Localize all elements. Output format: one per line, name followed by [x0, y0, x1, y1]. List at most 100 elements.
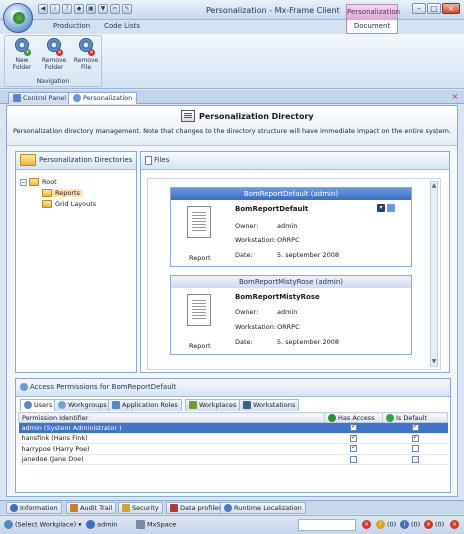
- tab-audit-trail[interactable]: Audit Trail: [66, 502, 117, 514]
- has-access-label: Has Access: [338, 413, 375, 422]
- files-scrollbar[interactable]: ▲ ▼: [430, 181, 438, 367]
- alert-count-value: (0): [435, 520, 445, 529]
- info-icon[interactable]: i: [50, 4, 60, 14]
- directories-title: Personalization Directories: [39, 156, 133, 164]
- remove-folder-label: Remove Folder: [41, 57, 67, 71]
- new-folder-gear-icon: +: [13, 38, 31, 56]
- scroll-down-icon[interactable]: ▼: [431, 358, 437, 366]
- main-panel: Personalization Directory Personalizatio…: [6, 105, 458, 497]
- status-bar: (Select Workplace) ▾ admin MxSpace × ! (0…: [0, 515, 464, 534]
- contextual-tab-personalization[interactable]: Personalization: [346, 4, 400, 20]
- table-row[interactable]: harrypoe (Harry Poe): [18, 443, 448, 455]
- minimize-button[interactable]: –: [412, 3, 426, 14]
- scroll-up-icon[interactable]: ▲: [431, 182, 437, 190]
- information-icon: [10, 504, 18, 512]
- new-folder-button[interactable]: + New Folder: [6, 38, 38, 71]
- files-title: Files: [154, 156, 170, 164]
- tab-code-lists[interactable]: Code Lists: [104, 22, 140, 30]
- tab-workgroups[interactable]: Workgroups: [54, 399, 111, 411]
- close-document-icon[interactable]: ×: [450, 93, 460, 102]
- is-default-cell: [382, 433, 448, 444]
- is-default-checkbox[interactable]: [411, 455, 419, 463]
- maximize-button[interactable]: □: [427, 3, 441, 14]
- file-card[interactable]: BomReportMistyRose (admin) BomReportMist…: [170, 275, 412, 355]
- user-icon: [86, 520, 95, 529]
- status-user[interactable]: admin: [86, 520, 117, 529]
- is-default-checkbox[interactable]: [411, 445, 419, 453]
- lock-icon[interactable]: ▣: [86, 4, 96, 14]
- file-card[interactable]: BomReportDefault (admin) BomReportDefaul…: [170, 187, 412, 267]
- warning-count[interactable]: ! (0): [376, 520, 396, 529]
- tab-workplaces[interactable]: Workplaces: [185, 399, 241, 411]
- tab-application-roles[interactable]: Application Roles: [108, 399, 182, 411]
- date-label: Date:: [235, 338, 253, 346]
- tree-label-grid-layouts: Grid Layouts: [55, 200, 97, 208]
- is-default-checkbox[interactable]: [411, 422, 419, 432]
- workstation-label: Workstation:: [235, 236, 277, 244]
- has-access-checkbox[interactable]: [350, 422, 357, 432]
- tab-workstations[interactable]: Workstations: [239, 399, 300, 411]
- has-access-checkbox[interactable]: [350, 443, 357, 453]
- close-window-button[interactable]: ×: [442, 3, 460, 14]
- remove-file-button[interactable]: × Remove File: [70, 38, 102, 71]
- tab-personalization[interactable]: Personalization: [68, 92, 138, 104]
- alert-icon: ×: [424, 520, 433, 529]
- status-space[interactable]: MxSpace: [136, 520, 176, 529]
- group-label: Navigation: [36, 78, 70, 85]
- help-icon[interactable]: ?: [62, 4, 72, 14]
- folder-icon: [42, 200, 52, 208]
- report-document-icon: [187, 294, 211, 326]
- column-header-has-access[interactable]: Has Access: [324, 412, 383, 423]
- is-default-cell: [382, 443, 448, 455]
- remove-folder-button[interactable]: × Remove Folder: [38, 38, 70, 71]
- table-row[interactable]: janedoe (Jane Doe): [18, 454, 448, 465]
- filter-icon[interactable]: ▼: [98, 4, 108, 14]
- audit-trail-icon: [70, 504, 78, 512]
- alert-count[interactable]: × (0): [424, 520, 444, 529]
- report-document-icon: [187, 206, 211, 238]
- tab-data-profiler[interactable]: Data profiler: [166, 502, 225, 514]
- files-list: BomReportDefault (admin) BomReportDefaul…: [147, 178, 441, 370]
- tree-item-reports[interactable]: Reports: [42, 189, 83, 197]
- shield-icon[interactable]: ◆: [74, 4, 84, 14]
- tab-production[interactable]: Production: [53, 22, 90, 30]
- tab-information[interactable]: Information: [6, 502, 62, 514]
- has-access-cell: [324, 443, 383, 455]
- folder-open-icon: [42, 189, 52, 197]
- status-input[interactable]: [298, 519, 356, 531]
- remove-file-label: Remove File: [73, 57, 99, 71]
- is-default-checkbox[interactable]: [411, 433, 419, 442]
- tab-control-panel[interactable]: Control Panel: [8, 92, 72, 104]
- column-header-is-default[interactable]: Is Default: [382, 412, 448, 423]
- tab-runtime-localization[interactable]: Runtime Localization: [220, 502, 306, 514]
- tab-workstations-label: Workstations: [253, 401, 296, 409]
- app-menu-orb[interactable]: [3, 3, 33, 33]
- collapse-icon[interactable]: −: [20, 178, 27, 186]
- error-count[interactable]: ×: [362, 520, 373, 529]
- table-row[interactable]: hansfink (Hans Fink): [18, 433, 448, 444]
- has-access-checkbox[interactable]: [350, 433, 357, 442]
- tree-item-grid-layouts[interactable]: Grid Layouts: [42, 200, 96, 208]
- dropdown-icon[interactable]: ▾: [377, 204, 385, 212]
- scissors-icon[interactable]: ✂: [110, 4, 120, 14]
- page-description: Personalization directory management. No…: [12, 127, 452, 135]
- default-check-icon: [386, 413, 394, 422]
- tab-users[interactable]: Users: [20, 399, 57, 411]
- edit-file-icon[interactable]: [387, 204, 395, 212]
- tab-document[interactable]: Document: [346, 20, 398, 34]
- workgroups-icon: [58, 401, 66, 409]
- tab-workplaces-label: Workplaces: [199, 401, 237, 409]
- has-access-checkbox[interactable]: [350, 455, 357, 463]
- files-header: Files: [141, 152, 449, 170]
- tool-window-tabs: Information Audit Trail Security Data pr…: [0, 500, 464, 514]
- tree-item-root[interactable]: − Root: [20, 178, 57, 186]
- tab-security[interactable]: Security: [118, 502, 163, 514]
- edit-icon[interactable]: ✎: [122, 4, 132, 14]
- info-count[interactable]: i (0): [400, 520, 420, 529]
- ribbon: + New Folder × Remove Folder × Remove Fi…: [0, 34, 464, 89]
- back-icon[interactable]: ◀: [38, 4, 48, 14]
- column-header-identifier[interactable]: Permission Identifier: [18, 412, 325, 423]
- table-row[interactable]: admin (System Administrator ): [18, 422, 448, 434]
- workplace-selector[interactable]: (Select Workplace) ▾: [4, 520, 81, 529]
- close-status-icon[interactable]: ×: [450, 520, 459, 529]
